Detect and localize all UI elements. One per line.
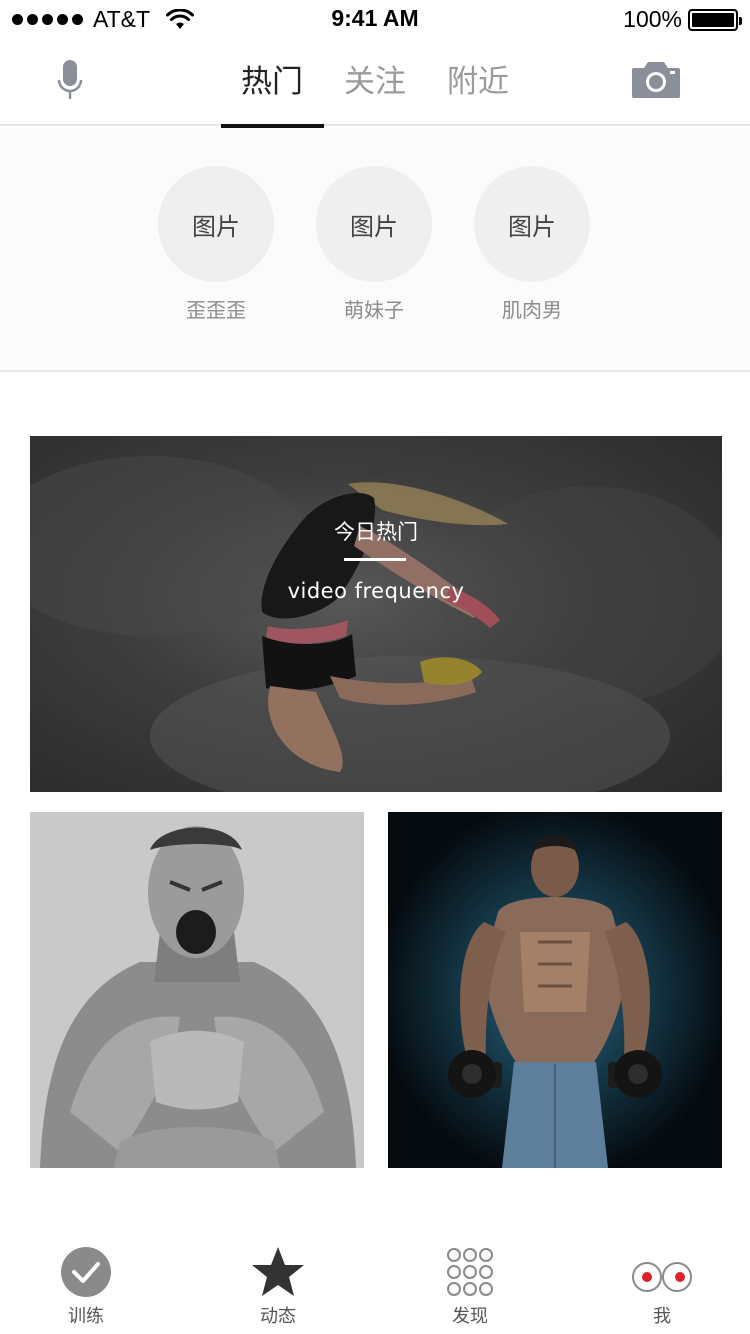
category-item[interactable]: 图片 歪歪歪 [157,166,275,323]
bottom-tab-label: 我 [653,1306,671,1327]
signal-dot-icon [72,14,83,25]
signal-dot-icon [42,14,53,25]
bottom-tab-me[interactable]: 我 [602,1240,722,1328]
wifi-icon [166,8,195,29]
hot-banner[interactable]: 今日热门 video frequency [30,436,722,792]
category-strip: 图片 歪歪歪 图片 萌妹子 图片 肌肉男 [0,128,750,372]
banner-title: 今日热门 [334,520,418,544]
photo-muscle-man-shouting[interactable] [30,812,364,1168]
category-avatar[interactable]: 图片 [316,166,432,282]
category-avatar[interactable]: 图片 [158,166,274,282]
category-label: 歪歪歪 [186,298,246,322]
star-icon [252,1247,304,1296]
status-right: 100% [623,6,742,33]
tab-follow[interactable]: 关注 [324,40,427,126]
category-avatar[interactable]: 图片 [474,166,590,282]
signal-dot-icon [57,14,68,25]
check-circle-icon [61,1247,111,1297]
category-label: 萌妹子 [344,298,404,322]
muscle-man-dumbbells-image [448,834,662,1168]
status-bar: AT&T 9:41 AM 100% [0,0,750,40]
status-left: AT&T [12,6,195,33]
bottom-tab-label: 训练 [68,1306,104,1327]
signal-dot-icon [12,14,23,25]
photo-muscle-man-dumbbells[interactable] [388,812,722,1168]
bottom-tab-train[interactable]: 训练 [26,1240,146,1328]
category-avatar-text: 图片 [192,212,240,241]
battery-icon [688,8,742,31]
dots-grid-icon [447,1248,493,1296]
bottom-tab-discover[interactable]: 发现 [410,1240,530,1328]
top-nav: 热门 关注 附近 [0,40,750,128]
jumping-woman-image [30,436,722,792]
tab-nearby[interactable]: 附近 [427,40,530,126]
bottom-tab-feed[interactable]: 动态 [218,1240,338,1328]
category-avatar-text: 图片 [350,212,398,241]
category-label: 肌肉男 [502,298,562,322]
category-item[interactable]: 图片 萌妹子 [315,166,433,323]
bottom-tab-bar: 训练 动态 发现 我 [0,1240,750,1334]
category-item[interactable]: 图片 肌肉男 [473,166,591,323]
signal-dot-icon [27,14,38,25]
tab-hot[interactable]: 热门 [220,40,324,128]
muscle-man-shouting-image [40,826,356,1168]
carrier-name: AT&T [93,6,151,32]
banner-subtitle: video frequency [287,579,465,603]
eyes-icon [632,1262,692,1292]
battery-percent: 100% [623,6,682,32]
bottom-tab-label: 发现 [452,1306,488,1327]
camera-icon[interactable] [630,60,682,100]
bottom-tab-label: 动态 [260,1306,296,1327]
banner-divider [344,558,406,561]
category-avatar-text: 图片 [508,212,556,241]
